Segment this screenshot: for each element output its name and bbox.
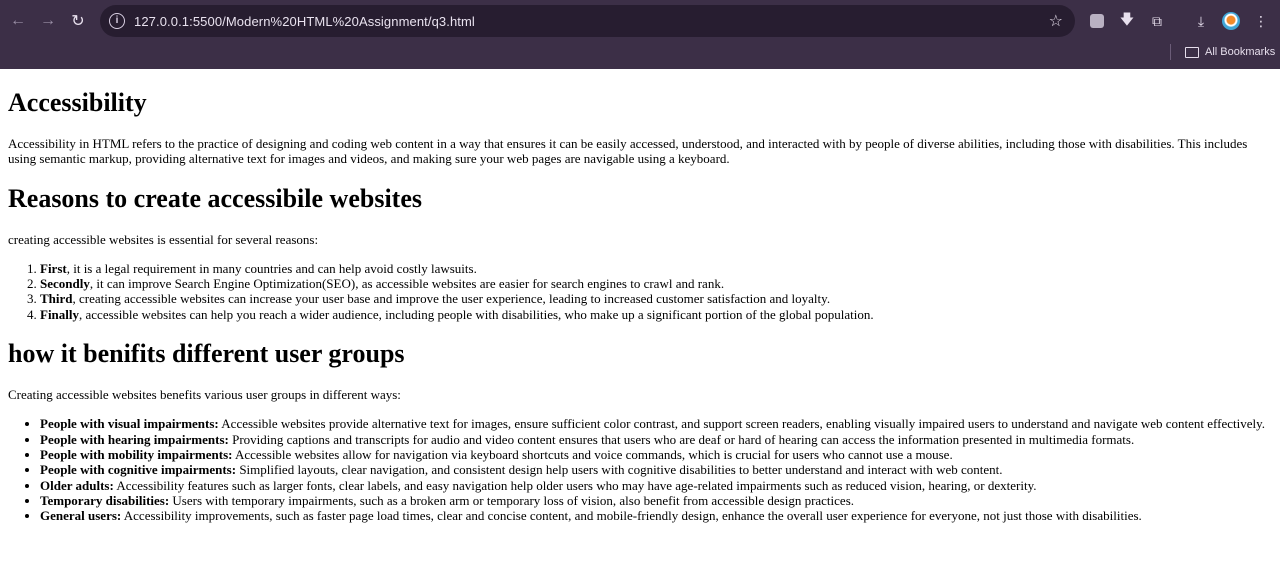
extension-icon[interactable]	[1088, 12, 1106, 30]
list-item-strong: People with mobility impairments:	[40, 446, 233, 462]
list-item-strong: General users:	[40, 508, 122, 524]
profile-avatar[interactable]	[1222, 12, 1240, 30]
paragraph-accessibility: Accessibility in HTML refers to the prac…	[8, 136, 1248, 167]
list-item-strong: People with cognitive impairments:	[40, 462, 237, 478]
heading-accessibility: Accessibility	[8, 88, 147, 117]
list-item-text: Accessible websites provide alternative …	[218, 416, 1266, 432]
list-item-text: , accessible websites can help you reach…	[79, 306, 874, 322]
reload-icon[interactable]: ↻	[64, 4, 92, 38]
download-arrow-icon[interactable]: 🡇	[1118, 11, 1136, 30]
star-icon[interactable]: ☆	[1049, 11, 1063, 31]
list-item-text: Users with temporary impairments, such a…	[169, 492, 855, 508]
list-item: People with mobility impairments: Access…	[40, 447, 1272, 462]
page-content: Accessibility Accessibility in HTML refe…	[0, 88, 1280, 523]
back-icon[interactable]: ←	[4, 4, 32, 38]
list-item: People with visual impairments: Accessib…	[40, 416, 1272, 431]
list-item-text: , it can improve Search Engine Optimizat…	[89, 276, 725, 292]
reasons-list: First, it is a legal requirement in many…	[8, 261, 1272, 322]
puzzle-icon[interactable]: ⧉	[1148, 12, 1166, 30]
list-item-strong: Older adults:	[40, 477, 114, 493]
all-bookmarks-label: All Bookmarks	[1205, 46, 1276, 58]
benefits-list: People with visual impairments: Accessib…	[8, 416, 1272, 523]
list-item-strong: Finally	[40, 306, 80, 322]
menu-icon[interactable]: ⋮	[1252, 12, 1270, 30]
folder-icon	[1185, 46, 1199, 58]
url-text[interactable]: 127.0.0.1:5500/Modern%20HTML%20Assignmen…	[134, 14, 475, 29]
browser-toolbar: ← → ↻ i 127.0.0.1:5500/Modern%20HTML%20A…	[0, 4, 1280, 38]
list-item: People with cognitive impairments: Simpl…	[40, 462, 1272, 477]
list-item-strong: Temporary disabilities:	[40, 492, 170, 508]
address-bar[interactable]: i 127.0.0.1:5500/Modern%20HTML%20Assignm…	[100, 5, 1075, 37]
browser-chrome: ← → ↻ i 127.0.0.1:5500/Modern%20HTML%20A…	[0, 0, 1280, 69]
paragraph-benefits-intro: Creating accessible websites benefits va…	[8, 387, 401, 403]
site-info-icon[interactable]: i	[109, 13, 125, 29]
paragraph-reasons-intro: creating accessible websites is essentia…	[8, 231, 319, 247]
downloads-icon[interactable]: ⤓	[1192, 12, 1210, 30]
list-item-text: , creating accessible websites can incre…	[72, 291, 831, 307]
list-item-text: Accessibility features such as larger fo…	[113, 477, 1037, 493]
bookmarks-separator	[1170, 44, 1171, 60]
list-item-strong: First	[40, 260, 67, 276]
list-item: Third, creating accessible websites can …	[40, 291, 1272, 306]
list-item: Finally, accessible websites can help yo…	[40, 307, 1272, 322]
list-item-strong: Secondly	[40, 276, 90, 292]
heading-benefits: how it benifits different user groups	[8, 339, 405, 369]
list-item-text: Providing captions and transcripts for a…	[228, 431, 1135, 447]
list-item-strong: People with hearing impairments:	[40, 431, 229, 447]
list-item: Temporary disabilities: Users with tempo…	[40, 493, 1272, 508]
list-item: Secondly, it can improve Search Engine O…	[40, 276, 1272, 291]
list-item: People with hearing impairments: Providi…	[40, 432, 1272, 447]
heading-reasons: Reasons to create accessibile websites	[8, 183, 422, 213]
all-bookmarks-button[interactable]: All Bookmarks	[1185, 44, 1275, 60]
list-item-text: Simplified layouts, clear navigation, an…	[236, 462, 1003, 478]
list-item-text: , it is a legal requirement in many coun…	[66, 260, 477, 276]
forward-icon[interactable]: →	[34, 4, 62, 38]
list-item: Older adults: Accessibility features suc…	[40, 478, 1272, 493]
list-item-strong: Third	[40, 291, 73, 307]
list-item-strong: People with visual impairments:	[40, 416, 219, 432]
list-item: General users: Accessibility improvement…	[40, 508, 1272, 523]
list-item-text: Accessibility improvements, such as fast…	[121, 508, 1142, 524]
list-item: First, it is a legal requirement in many…	[40, 261, 1272, 276]
list-item-text: Accessible websites allow for navigation…	[232, 446, 953, 462]
